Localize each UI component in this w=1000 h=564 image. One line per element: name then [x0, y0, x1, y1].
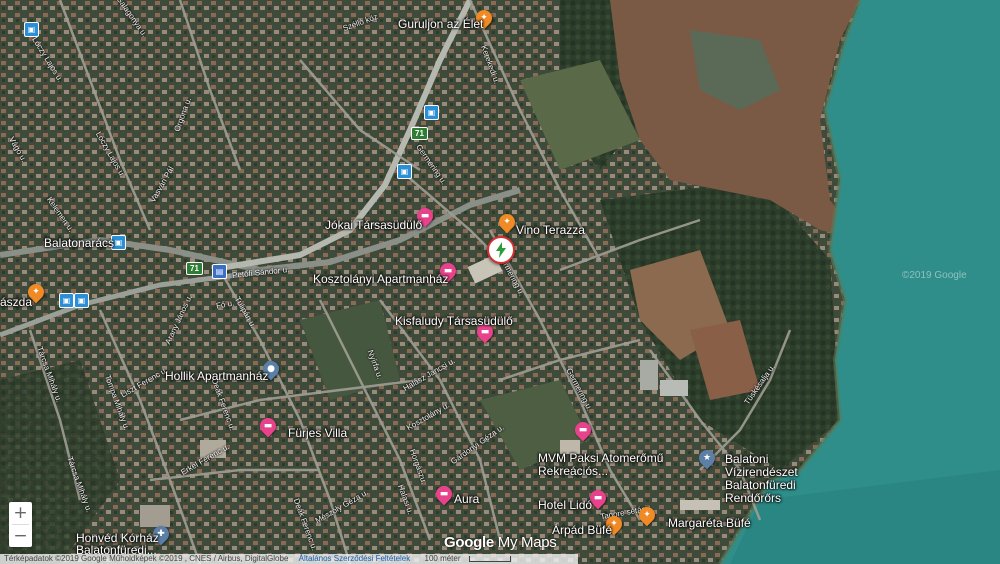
fork-knife-icon: ✦	[643, 510, 651, 520]
zoom-in-button[interactable]: +	[9, 502, 32, 524]
poi-label-arpad[interactable]: Árpád Büfé	[552, 523, 612, 537]
poi-label-kosztolanyi[interactable]: Kosztolányi Apartmanház	[313, 272, 448, 286]
poi-label-hollik[interactable]: Hollik Apartmanház	[165, 369, 268, 383]
scale-label: 100 méter	[424, 554, 461, 563]
poi-label-vino[interactable]: Vino Terazza	[516, 223, 585, 237]
ev-charging-marker[interactable]	[487, 236, 515, 264]
mymaps-logo-text: My Maps	[497, 534, 557, 551]
bed-icon: ▬	[263, 421, 273, 431]
bus-stop-icon[interactable]: ▣	[397, 164, 412, 179]
map-imagery	[0, 0, 1000, 564]
fork-knife-icon: ✦	[503, 217, 511, 227]
poi-label-vizirendeszet[interactable]: Balatoni Vízirendészet Balatonfüredi Ren…	[725, 453, 843, 505]
bed-icon: ▬	[578, 425, 588, 435]
scale-bar	[468, 555, 511, 562]
zoom-out-button[interactable]: −	[9, 525, 32, 547]
google-logo-text: Google	[444, 534, 494, 551]
poi-label-honved[interactable]: Honvéd Kórház Balatonfüredi...	[76, 532, 160, 556]
bus-stop-icon[interactable]: ▣	[424, 105, 439, 120]
bus-stop-icon[interactable]: ▣	[24, 22, 39, 37]
lightning-icon	[496, 242, 506, 258]
bed-icon: ▬	[439, 489, 449, 499]
scale-indicator[interactable]: 100 méter	[421, 554, 515, 564]
bed-icon: ▬	[593, 493, 603, 503]
satellite-map[interactable]: Galagonya u. Lóczy Lajos u. Lóczy Lajos …	[0, 0, 1000, 564]
poi-label-lido[interactable]: Hotel Lidó	[538, 498, 592, 512]
poi-label-margareta[interactable]: Margaréta Büfé	[668, 516, 751, 530]
poi-label-kisfaludy[interactable]: Kisfaludy Társasüdülő	[395, 314, 513, 328]
poi-label-jokai[interactable]: Jókai Társasüdülő	[325, 218, 422, 232]
poi-label-aura[interactable]: Aura	[454, 492, 479, 506]
poi-label-mvm[interactable]: MVM Paksi Atomerőmű Rekreációs...	[538, 452, 690, 478]
google-my-maps-logo: Google My Maps	[444, 534, 557, 551]
bus-stop-icon[interactable]: ▣	[59, 293, 74, 308]
place-label-balatonaracs[interactable]: Balatonarács	[44, 236, 114, 250]
attribution-bar: Térképadatok ©2019 Google Műholdképek ©2…	[0, 554, 578, 564]
bus-stop-icon[interactable]: ▣	[74, 293, 89, 308]
police-icon: ★	[702, 453, 712, 463]
highway-shield: 71	[411, 127, 428, 140]
zoom-control: + −	[9, 502, 32, 547]
terms-link[interactable]: Általános Szerződési Feltételek	[299, 554, 411, 563]
imagery-watermark: ©2019 Google	[902, 270, 967, 281]
poi-label-pizzeria[interactable]: ászda	[0, 295, 32, 309]
bus-stop-icon[interactable]: ▤	[212, 264, 227, 279]
poi-label-guruljon[interactable]: Guruljon az Élet	[398, 17, 483, 31]
highway-shield: 71	[186, 262, 203, 275]
map-attribution: Térképadatok ©2019 Google Műholdképek ©2…	[4, 554, 289, 563]
poi-label-furjes[interactable]: Fürjes Villa	[288, 426, 347, 440]
